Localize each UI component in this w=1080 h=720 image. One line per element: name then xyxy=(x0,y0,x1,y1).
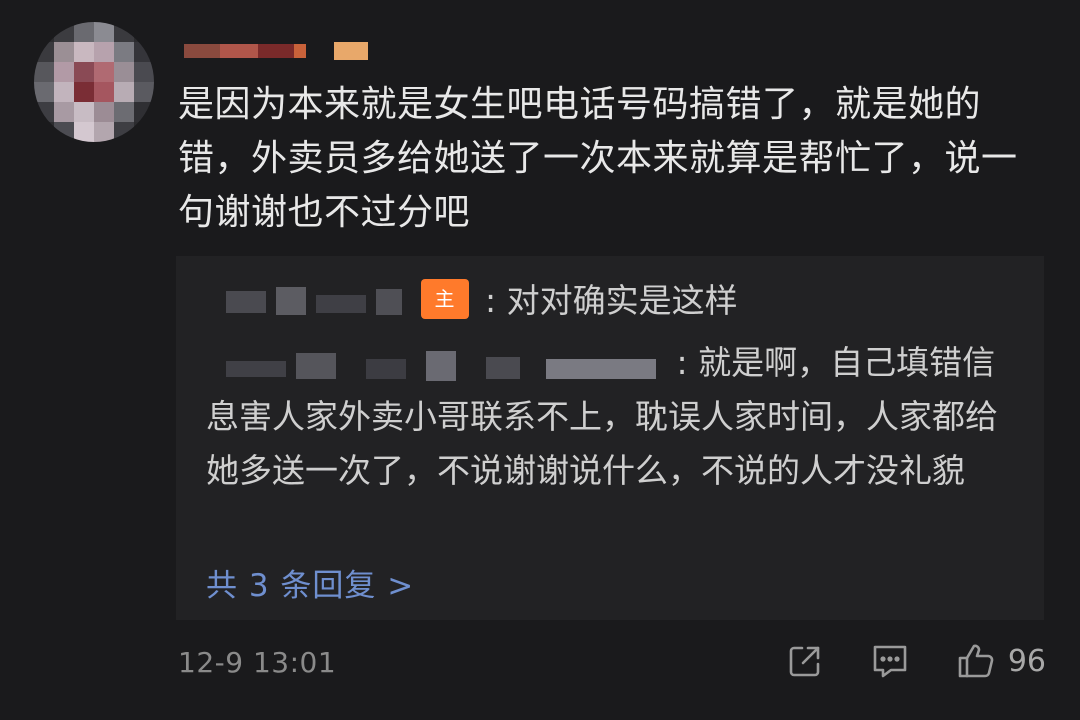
reply-text: : 对对确实是这样 xyxy=(485,281,738,320)
timestamp: 12-9 13:01 xyxy=(178,646,337,679)
username-blurred[interactable] xyxy=(184,38,374,64)
avatar[interactable] xyxy=(34,22,154,142)
like-button[interactable]: 96 xyxy=(956,642,1046,680)
reply-author-blurred[interactable] xyxy=(206,343,666,387)
share-button[interactable] xyxy=(786,642,824,680)
reply-item[interactable]: 主 : 对对确实是这样 xyxy=(206,274,1026,328)
like-count: 96 xyxy=(1007,643,1046,679)
share-icon xyxy=(789,646,820,677)
comment-text: 是因为本来就是女生吧电话号码搞错了，就是她的错，外卖员多给她送了一次本来就算是帮… xyxy=(178,84,1018,233)
more-replies-link[interactable]: 共 3 条回复 > xyxy=(206,560,414,605)
thumbs-up-icon xyxy=(958,644,994,678)
comment-button[interactable] xyxy=(870,642,910,680)
action-bar: 96 xyxy=(740,642,1046,680)
reply-author-blurred[interactable] xyxy=(206,281,406,325)
comment-icon xyxy=(873,645,907,678)
host-badge: 主 xyxy=(420,278,469,319)
reply-box[interactable]: 主 : 对对确实是这样 : 就是啊，自己填错信息害人家外卖小哥联系不上，耽误人家… xyxy=(176,256,1044,620)
reply-item[interactable]: : 就是啊，自己填错信息害人家外卖小哥联系不上，耽误人家时间，人家都给她多送一次… xyxy=(206,336,1026,498)
